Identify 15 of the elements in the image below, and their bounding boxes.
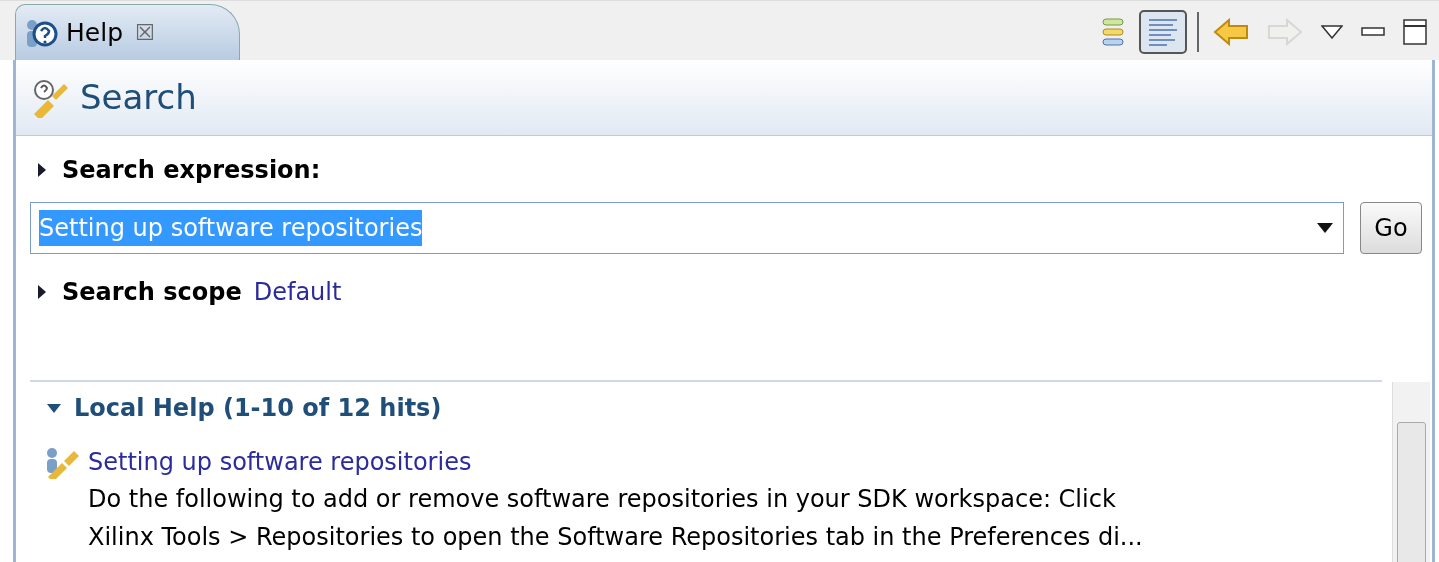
- result-description: Do the following to add or remove software repositories in your SDK workspace: Click Xilinx Tools > Repositories to open the Software Repositories tab in the Preferences di...: [87, 484, 1144, 554]
- dropdown-arrow-icon[interactable]: [1317, 223, 1333, 233]
- go-button[interactable]: Go: [1360, 202, 1422, 254]
- result-link[interactable]: Setting up software repositories: [88, 444, 472, 480]
- help-tab[interactable]: Help ☒: [15, 4, 240, 60]
- tab-title: Help: [66, 16, 123, 49]
- descriptions-icon[interactable]: [1139, 10, 1187, 54]
- section-label: Search scope: [62, 277, 242, 308]
- scrollbar[interactable]: [1392, 382, 1430, 562]
- close-button[interactable]: ☒: [131, 16, 159, 49]
- view-title: Search: [80, 76, 197, 119]
- scope-link[interactable]: Default: [253, 274, 342, 310]
- help-topic-icon: [44, 445, 80, 479]
- section-label: Search expression:: [62, 155, 321, 186]
- results-heading: Local Help (1-10 of 12 hits): [74, 393, 442, 424]
